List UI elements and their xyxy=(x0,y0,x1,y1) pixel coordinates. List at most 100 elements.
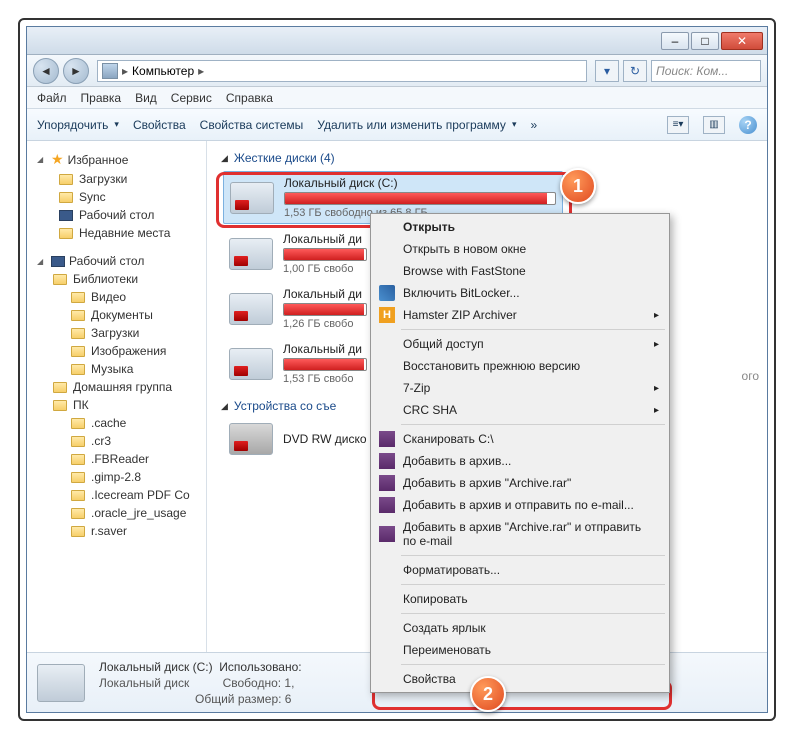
folder-icon xyxy=(71,436,85,447)
status-type: Локальный диск xyxy=(99,676,189,690)
cm-restore[interactable]: Восстановить прежнюю версию xyxy=(373,355,667,377)
winrar-icon xyxy=(379,475,395,491)
cm-scan[interactable]: Сканировать C:\ xyxy=(373,428,667,450)
dvd-drive[interactable]: DVD RW диско xyxy=(223,419,373,459)
drive-icon xyxy=(229,348,273,380)
system-properties-button[interactable]: Свойства системы xyxy=(200,118,304,132)
drive-row[interactable]: Локальный ди 1,53 ГБ свобо xyxy=(223,338,373,389)
winrar-icon xyxy=(379,453,395,469)
close-button[interactable]: ✕ xyxy=(721,32,763,50)
drive-row[interactable]: Локальный ди 1,00 ГБ свобо xyxy=(223,228,373,279)
section-hard-drives[interactable]: Жесткие диски (4) xyxy=(217,147,757,171)
sidebar-item-docs[interactable]: Документы xyxy=(31,306,202,324)
winrar-icon xyxy=(379,431,395,447)
folder-icon xyxy=(71,508,85,519)
drive-capacity-bar xyxy=(283,303,367,316)
cm-add-archive-rar[interactable]: Добавить в архив "Archive.rar" xyxy=(373,472,667,494)
sidebar-favorites[interactable]: ★Избранное xyxy=(31,149,202,170)
folder-icon xyxy=(71,490,85,501)
sidebar-item-downloads2[interactable]: Загрузки xyxy=(31,324,202,342)
cm-add-rar-send-email[interactable]: Добавить в архив "Archive.rar" и отправи… xyxy=(373,516,667,552)
status-free-label: Свободно: 1, xyxy=(223,676,295,690)
forward-button[interactable]: ► xyxy=(63,58,89,84)
sidebar-item[interactable]: .oracle_jre_usage xyxy=(31,504,202,522)
callout-2: 2 xyxy=(470,676,506,712)
sidebar-item[interactable]: r.saver xyxy=(31,522,202,540)
sidebar-desktop[interactable]: Рабочий стол xyxy=(31,252,202,270)
cm-rename[interactable]: Переименовать xyxy=(373,639,667,661)
dropdown-button[interactable]: ▾ xyxy=(595,60,619,82)
cm-hamster[interactable]: HHamster ZIP Archiver xyxy=(373,304,667,326)
cm-copy[interactable]: Копировать xyxy=(373,588,667,610)
sidebar-libraries[interactable]: Библиотеки xyxy=(31,270,202,288)
sidebar-item-recent[interactable]: Недавние места xyxy=(31,224,202,242)
drive-capacity-bar xyxy=(283,358,367,371)
uninstall-button[interactable]: Удалить или изменить программу xyxy=(317,118,516,132)
status-total-label: Общий размер: 6 xyxy=(195,692,302,706)
cm-add-archive[interactable]: Добавить в архив... xyxy=(373,450,667,472)
sidebar: ★Избранное Загрузки Sync Рабочий стол Не… xyxy=(27,141,207,652)
computer-icon xyxy=(102,63,118,79)
drive-free-text: 1,26 ГБ свобо xyxy=(283,318,367,330)
sidebar-item-desktop[interactable]: Рабочий стол xyxy=(31,206,202,224)
menu-file[interactable]: Файл xyxy=(37,91,67,105)
cm-7zip[interactable]: 7-Zip xyxy=(373,377,667,399)
breadcrumb-sep-2: ▸ xyxy=(198,64,204,78)
callout-1: 1 xyxy=(560,168,596,204)
cm-open-new-window[interactable]: Открыть в новом окне xyxy=(373,238,667,260)
cm-properties[interactable]: Свойства xyxy=(373,668,667,690)
search-input[interactable]: Поиск: Ком... xyxy=(651,60,761,82)
menu-edit[interactable]: Правка xyxy=(81,91,122,105)
cm-bitlocker[interactable]: Включить BitLocker... xyxy=(373,282,667,304)
back-button[interactable]: ◄ xyxy=(33,58,59,84)
library-icon xyxy=(53,274,67,285)
maximize-button[interactable]: □ xyxy=(691,32,719,50)
menu-view[interactable]: Вид xyxy=(135,91,157,105)
cm-add-send-email[interactable]: Добавить в архив и отправить по e-mail..… xyxy=(373,494,667,516)
menu-help[interactable]: Справка xyxy=(226,91,273,105)
folder-icon xyxy=(71,364,85,375)
sidebar-item-downloads[interactable]: Загрузки xyxy=(31,170,202,188)
breadcrumb-location[interactable]: Компьютер xyxy=(132,64,194,78)
cm-crcsha[interactable]: CRC SHA xyxy=(373,399,667,421)
folder-icon xyxy=(59,174,73,185)
drive-row[interactable]: Локальный ди 1,26 ГБ свобо xyxy=(223,283,373,334)
drive-name: Локальный диск (C:) xyxy=(284,176,556,190)
sidebar-item-video[interactable]: Видео xyxy=(31,288,202,306)
cm-faststone[interactable]: Browse with FastStone xyxy=(373,260,667,282)
sidebar-item[interactable]: .gimp-2.8 xyxy=(31,468,202,486)
address-bar[interactable]: ▸ Компьютер ▸ xyxy=(97,60,587,82)
sidebar-item[interactable]: .FBReader xyxy=(31,450,202,468)
help-button[interactable]: ? xyxy=(739,116,757,134)
sidebar-item-sync[interactable]: Sync xyxy=(31,188,202,206)
cm-open[interactable]: Открыть xyxy=(373,216,667,238)
minimize-button[interactable]: ‒ xyxy=(661,32,689,50)
organize-button[interactable]: Упорядочить xyxy=(37,118,119,132)
refresh-button[interactable]: ↻ xyxy=(623,60,647,82)
sidebar-pc[interactable]: ПК xyxy=(31,396,202,414)
cm-share[interactable]: Общий доступ xyxy=(373,333,667,355)
toolbar: Упорядочить Свойства Свойства системы Уд… xyxy=(27,109,767,141)
folder-icon xyxy=(71,328,85,339)
drive-icon xyxy=(230,182,274,214)
overlay-text: ого xyxy=(742,369,759,383)
titlebar: ‒ □ ✕ xyxy=(27,27,767,55)
sidebar-item-music[interactable]: Музыка xyxy=(31,360,202,378)
hamster-icon: H xyxy=(379,307,395,323)
properties-button[interactable]: Свойства xyxy=(133,118,186,132)
drive-capacity-bar xyxy=(284,192,556,205)
breadcrumb-sep: ▸ xyxy=(122,64,128,78)
view-mode-button[interactable]: ≡▾ xyxy=(667,116,689,134)
shield-icon xyxy=(379,285,395,301)
sidebar-item[interactable]: .cache xyxy=(31,414,202,432)
toolbar-more[interactable]: » xyxy=(530,118,537,132)
sidebar-item[interactable]: .cr3 xyxy=(31,432,202,450)
cm-format[interactable]: Форматировать... xyxy=(373,559,667,581)
sidebar-item-images[interactable]: Изображения xyxy=(31,342,202,360)
preview-pane-button[interactable]: ▥ xyxy=(703,116,725,134)
menu-service[interactable]: Сервис xyxy=(171,91,212,105)
sidebar-homegroup[interactable]: Домашняя группа xyxy=(31,378,202,396)
drive-name: Локальный ди xyxy=(283,342,367,356)
sidebar-item[interactable]: .Icecream PDF Co xyxy=(31,486,202,504)
cm-create-shortcut[interactable]: Создать ярлык xyxy=(373,617,667,639)
